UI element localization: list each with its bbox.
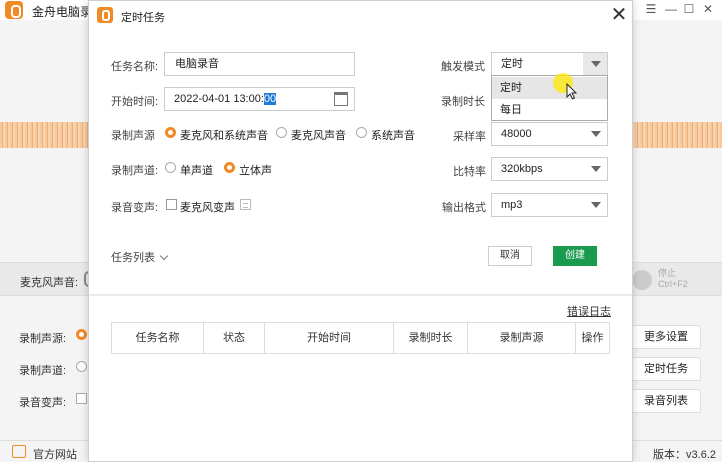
calendar-icon[interactable] bbox=[334, 92, 348, 106]
duration-label: 录制时长 bbox=[441, 96, 485, 108]
table-header-start-time: 开始时间 bbox=[265, 323, 394, 353]
start-time-label: 开始时间: bbox=[111, 96, 159, 108]
source-radio-system[interactable] bbox=[356, 127, 367, 138]
task-table: 任务名称 状态 开始时间 录制时长 录制声源 操作 bbox=[111, 322, 610, 354]
bitrate-select[interactable]: 320kbps bbox=[491, 157, 608, 181]
output-format-select[interactable]: mp3 bbox=[491, 193, 608, 217]
mic-volume-label: 麦克风声音: bbox=[20, 277, 79, 289]
table-header-source: 录制声源 bbox=[468, 323, 576, 353]
app-title: 金舟电脑录 bbox=[32, 5, 93, 19]
trigger-mode-select[interactable]: 定时 bbox=[491, 52, 608, 76]
chevron-down-icon bbox=[159, 251, 169, 261]
maximize-icon[interactable]: ☐ bbox=[682, 2, 696, 16]
source-option-mic[interactable]: 麦克风声音 bbox=[291, 127, 346, 143]
trigger-mode-value: 定时 bbox=[501, 58, 523, 70]
dropdown-option-daily[interactable]: 每日 bbox=[492, 99, 607, 121]
create-button[interactable]: 创建 bbox=[553, 246, 597, 266]
chevron-down-icon bbox=[591, 61, 601, 67]
official-website-link[interactable]: 官方网站 bbox=[33, 446, 77, 462]
task-name-label: 任务名称: bbox=[111, 61, 159, 73]
menu-icon[interactable]: ☰ bbox=[644, 2, 658, 16]
app-voice-checkbox[interactable] bbox=[76, 393, 87, 404]
stop-icon[interactable] bbox=[632, 270, 652, 290]
voice-settings-icon[interactable] bbox=[240, 199, 251, 210]
source-label: 录制声源 bbox=[111, 130, 155, 142]
mouse-cursor-icon bbox=[566, 83, 578, 100]
recording-list-button[interactable]: 录音列表 bbox=[631, 389, 701, 413]
channel-option-stereo[interactable]: 立体声 bbox=[239, 162, 272, 178]
dialog-logo-icon bbox=[97, 7, 113, 23]
start-time-selected-seconds: 00 bbox=[263, 93, 277, 105]
source-option-mic-and-system[interactable]: 麦克风和系统声音 bbox=[180, 127, 268, 143]
app-logo-icon bbox=[5, 1, 23, 19]
app-source-label: 录制声源: bbox=[19, 333, 67, 345]
app-channel-radio[interactable] bbox=[76, 361, 87, 372]
start-time-input[interactable]: 2022-04-01 13:00:00 bbox=[164, 87, 355, 111]
sample-rate-value: 48000 bbox=[501, 128, 532, 140]
table-header-duration: 录制时长 bbox=[394, 323, 468, 353]
task-list-toggle[interactable]: 任务列表 bbox=[111, 249, 169, 265]
stop-hint-text: 停止 bbox=[658, 268, 677, 278]
start-time-value: 2022-04-01 13:00: bbox=[174, 93, 264, 105]
app-channel-label: 录制声道: bbox=[19, 365, 67, 377]
dialog-titlebar: 定时任务 ✕ bbox=[89, 1, 632, 29]
table-header-status: 状态 bbox=[204, 323, 265, 353]
trigger-mode-label: 触发模式 bbox=[441, 61, 485, 73]
dialog-title: 定时任务 bbox=[121, 12, 165, 24]
chevron-down-icon bbox=[591, 166, 601, 172]
channel-label: 录制声道: bbox=[111, 165, 159, 177]
channel-radio-mono[interactable] bbox=[165, 162, 176, 173]
bitrate-label: 比特率 bbox=[453, 166, 486, 178]
chevron-down-icon bbox=[591, 202, 601, 208]
chevron-down-icon bbox=[591, 131, 601, 137]
mic-voice-change-checkbox[interactable] bbox=[166, 199, 177, 210]
close-icon[interactable]: ✕ bbox=[701, 2, 715, 16]
error-log-link[interactable]: 错误日志 bbox=[567, 303, 611, 319]
trigger-mode-dropdown: 定时 每日 bbox=[491, 75, 608, 121]
dropdown-option-scheduled[interactable]: 定时 bbox=[492, 77, 607, 99]
dialog-close-icon[interactable]: ✕ bbox=[609, 5, 629, 25]
app-source-radio[interactable] bbox=[76, 329, 87, 340]
stop-shortcut-text: Ctrl+F2 bbox=[658, 279, 688, 289]
stop-hint: 停止 Ctrl+F2 bbox=[658, 268, 688, 290]
table-header-action: 操作 bbox=[581, 332, 604, 344]
source-radio-mic-and-system[interactable] bbox=[165, 127, 176, 138]
cancel-button[interactable]: 取消 bbox=[488, 246, 532, 266]
voice-change-label: 录音变声: bbox=[111, 202, 159, 214]
sample-rate-label: 采样率 bbox=[453, 131, 486, 143]
section-divider bbox=[89, 294, 632, 296]
output-format-value: mp3 bbox=[501, 199, 523, 211]
more-settings-button[interactable]: 更多设置 bbox=[631, 325, 701, 349]
version-label: 版本：v3.6.2 bbox=[653, 449, 716, 461]
website-icon[interactable] bbox=[12, 445, 26, 458]
task-list-label: 任务列表 bbox=[111, 252, 155, 264]
channel-option-mono[interactable]: 单声道 bbox=[180, 162, 213, 178]
table-header-task-name: 任务名称 bbox=[112, 323, 204, 353]
output-format-label: 输出格式 bbox=[442, 202, 486, 214]
app-voice-label: 录音变声: bbox=[19, 397, 67, 409]
bitrate-value: 320kbps bbox=[501, 163, 543, 175]
source-radio-mic[interactable] bbox=[276, 127, 287, 138]
sample-rate-select[interactable]: 48000 bbox=[491, 122, 608, 146]
channel-radio-stereo[interactable] bbox=[224, 162, 235, 173]
source-option-system[interactable]: 系统声音 bbox=[371, 127, 415, 143]
minimize-icon[interactable]: — bbox=[664, 2, 678, 16]
scheduled-task-dialog: 定时任务 ✕ 任务名称: 电脑录音 开始时间: 2022-04-01 13:00… bbox=[88, 0, 633, 462]
mic-voice-change-label[interactable]: 麦克风变声 bbox=[180, 199, 235, 215]
scheduled-task-button[interactable]: 定时任务 bbox=[631, 357, 701, 381]
task-name-input[interactable]: 电脑录音 bbox=[164, 52, 355, 76]
